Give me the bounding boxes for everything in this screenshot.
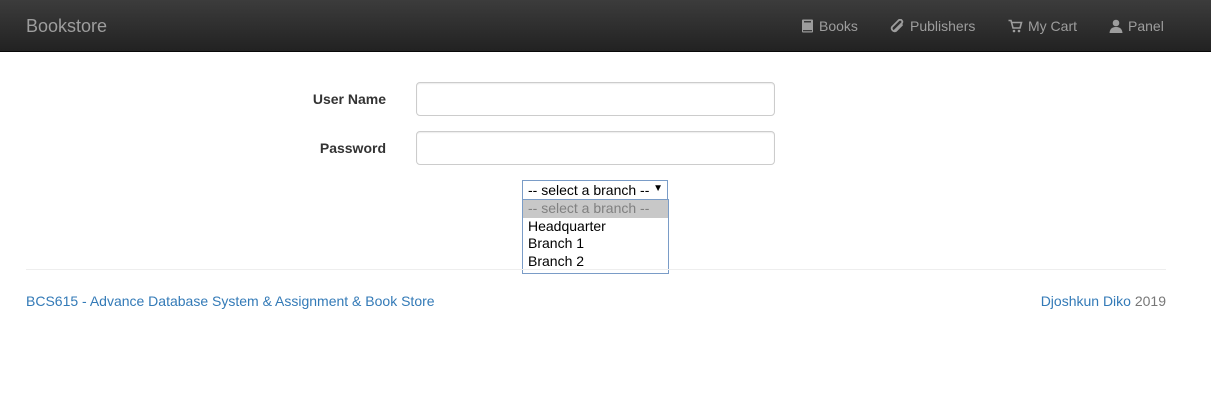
branch-option-branch-2[interactable]: Branch 2 bbox=[523, 253, 668, 271]
branch-select[interactable]: -- select a branch -- ▼ bbox=[522, 180, 668, 200]
nav-item-panel-label: Panel bbox=[1128, 18, 1164, 34]
branch-dropdown-list: -- select a branch -- Headquarter Branch… bbox=[522, 199, 669, 274]
footer-year: 2019 bbox=[1134, 293, 1166, 309]
brand-link[interactable]: Bookstore bbox=[26, 16, 107, 37]
footer-course-link[interactable]: BCS615 - Advance Database System & Assig… bbox=[26, 293, 435, 309]
nav-item-panel[interactable]: Panel bbox=[1109, 18, 1164, 34]
user-icon bbox=[1109, 19, 1123, 33]
branch-option-headquarter[interactable]: Headquarter bbox=[523, 218, 668, 236]
username-input[interactable] bbox=[416, 82, 775, 116]
nav-item-publishers[interactable]: Publishers bbox=[890, 18, 975, 34]
navbar: Bookstore Books Publishers My Cart Panel bbox=[0, 0, 1211, 52]
dropdown-arrow-icon: ▼ bbox=[653, 183, 663, 194]
nav-item-books-label: Books bbox=[819, 18, 858, 34]
cart-icon bbox=[1008, 19, 1023, 33]
footer-author-link[interactable]: Djoshkun Diko bbox=[1041, 293, 1131, 309]
branch-option-placeholder: -- select a branch -- bbox=[523, 200, 668, 218]
password-label: Password bbox=[319, 140, 386, 156]
paperclip-icon bbox=[890, 19, 905, 33]
branch-select-value: -- select a branch -- bbox=[528, 182, 650, 198]
nav-item-publishers-label: Publishers bbox=[910, 18, 976, 34]
footer-credit: Djoshkun Diko 2019 bbox=[1041, 293, 1166, 309]
password-input[interactable] bbox=[416, 131, 775, 165]
username-label: User Name bbox=[312, 91, 386, 107]
nav-item-books[interactable]: Books bbox=[801, 18, 858, 34]
footer-divider bbox=[26, 269, 1166, 270]
nav-item-my-cart[interactable]: My Cart bbox=[1008, 18, 1077, 34]
nav-item-my-cart-label: My Cart bbox=[1028, 18, 1077, 34]
branch-option-branch-1[interactable]: Branch 1 bbox=[523, 235, 668, 253]
book-icon bbox=[801, 19, 814, 33]
